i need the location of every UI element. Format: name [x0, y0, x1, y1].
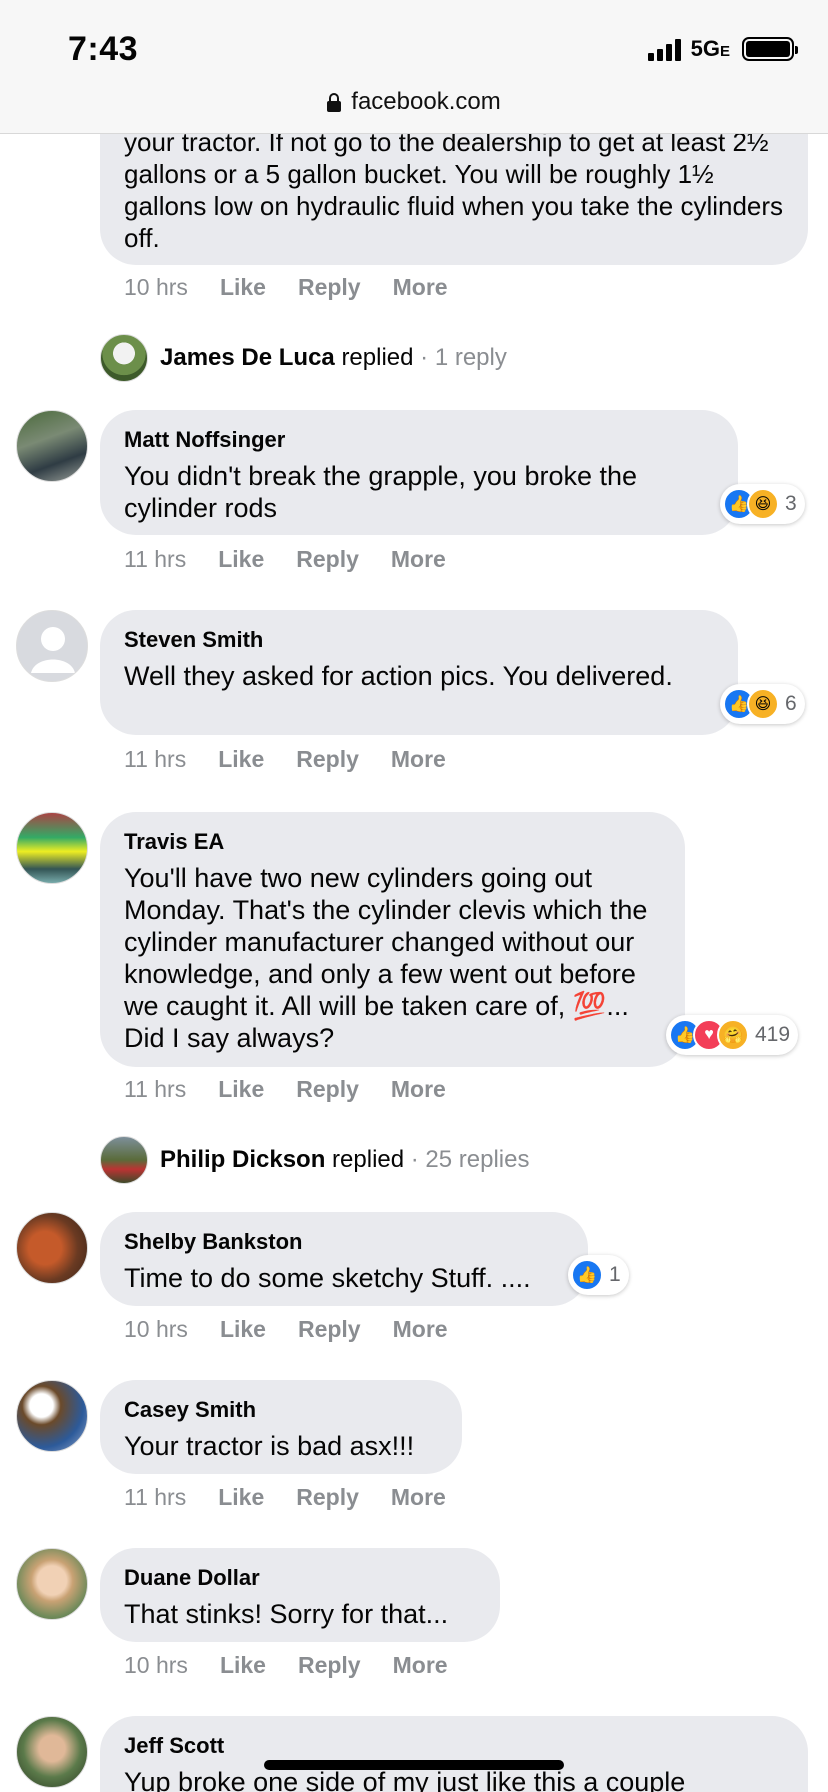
like-button[interactable]: Like: [218, 1484, 264, 1511]
comment-text: You didn't break the grapple, you broke …: [124, 461, 638, 523]
reaction-count: 419: [755, 1023, 791, 1046]
comment-text: You'll have two new cylinders going out …: [124, 863, 648, 1053]
battery-icon: [742, 37, 798, 61]
like-button[interactable]: Like: [220, 1316, 266, 1343]
haha-reaction-icon: 😆: [747, 688, 779, 720]
like-button[interactable]: Like: [218, 746, 264, 773]
comment-actions: 10 hrs Like Reply More: [124, 1652, 448, 1679]
reaction-summary[interactable]: 👍 ♥ 🤗 419: [666, 1015, 799, 1055]
reaction-summary[interactable]: 👍 😆 6: [720, 684, 805, 724]
comment-text: Well they asked for action pics. You del…: [124, 661, 673, 691]
comment-actions: 11 hrs Like Reply More: [124, 546, 446, 573]
commenter-name[interactable]: Duane Dollar: [124, 1564, 476, 1592]
commenter-name[interactable]: Casey Smith: [124, 1396, 438, 1424]
like-button[interactable]: Like: [220, 1652, 266, 1679]
comment-text: That stinks! Sorry for that...: [124, 1599, 449, 1629]
more-button[interactable]: More: [391, 1484, 446, 1511]
like-reaction-icon: 👍: [571, 1259, 603, 1291]
comment-text: Time to do some sketchy Stuff. ....: [124, 1263, 531, 1293]
avatar[interactable]: [16, 1716, 88, 1788]
reaction-summary[interactable]: 👍 1: [568, 1255, 629, 1295]
reply-button[interactable]: Reply: [298, 1652, 361, 1679]
avatar: [100, 1136, 148, 1184]
comment-bubble: Casey Smith Your tractor is bad asx!!!: [100, 1380, 462, 1474]
browser-top-bar: 7:43 5GE facebook.com: [0, 0, 828, 134]
comment-time: 10 hrs: [124, 1316, 188, 1342]
reply-button[interactable]: Reply: [296, 746, 359, 773]
url-text: facebook.com: [351, 88, 501, 115]
commenter-name[interactable]: Shelby Bankston: [124, 1228, 564, 1256]
avatar[interactable]: [16, 1212, 88, 1284]
comment-text: your tractor. If not go to the dealershi…: [124, 127, 784, 253]
comment-time: 11 hrs: [124, 1076, 187, 1102]
more-button[interactable]: More: [391, 746, 446, 773]
avatar[interactable]: [16, 410, 88, 482]
comment-actions: 10 hrs Like Reply More: [124, 1316, 448, 1343]
comment-text: Your tractor is bad asx!!!: [124, 1431, 415, 1461]
comment-bubble: Steven Smith Well they asked for action …: [100, 610, 738, 735]
reaction-summary[interactable]: 👍 😆 3: [720, 484, 805, 524]
lock-icon: [327, 93, 342, 112]
status-icons: 5GE: [647, 36, 798, 62]
status-time: 7:43: [68, 30, 139, 68]
comment-actions: 10 hrs Like Reply More: [124, 274, 448, 301]
more-button[interactable]: More: [391, 546, 446, 573]
avatar[interactable]: [16, 812, 88, 884]
comment-time: 11 hrs: [124, 746, 187, 772]
avatar: [100, 334, 148, 382]
care-reaction-icon: 🤗: [717, 1019, 749, 1051]
avatar[interactable]: [16, 1548, 88, 1620]
commenter-name[interactable]: Travis EA: [124, 828, 661, 856]
comment-actions: 11 hrs Like Reply More: [124, 746, 446, 773]
reply-button[interactable]: Reply: [296, 1076, 359, 1103]
comment-bubble: Travis EA You'll have two new cylinders …: [100, 812, 685, 1067]
replies-link[interactable]: Philip Dickson replied · 25 replies: [100, 1136, 530, 1184]
commenter-name[interactable]: Steven Smith: [124, 626, 714, 654]
reply-button[interactable]: Reply: [296, 546, 359, 573]
comment-bubble: Jeff Scott Yup broke one side of my just…: [100, 1716, 808, 1792]
reply-button[interactable]: Reply: [298, 1316, 361, 1343]
comment-time: 10 hrs: [124, 1652, 188, 1678]
home-indicator[interactable]: [264, 1760, 564, 1770]
like-button[interactable]: Like: [220, 274, 266, 301]
more-button[interactable]: More: [391, 1076, 446, 1103]
default-user-icon: [31, 627, 75, 673]
comment-time: 10 hrs: [124, 274, 188, 300]
replies-link[interactable]: James De Luca replied · 1 reply: [100, 334, 507, 382]
comment-bubble: Matt Noffsinger You didn't break the gra…: [100, 410, 738, 535]
haha-reaction-icon: 😆: [747, 488, 779, 520]
like-button[interactable]: Like: [218, 546, 264, 573]
comment-bubble: Duane Dollar That stinks! Sorry for that…: [100, 1548, 500, 1642]
more-button[interactable]: More: [393, 274, 448, 301]
avatar[interactable]: [16, 610, 88, 682]
comment-time: 11 hrs: [124, 546, 187, 572]
network-label: 5GE: [690, 36, 730, 61]
address-bar[interactable]: facebook.com: [0, 88, 828, 116]
comment-time: 11 hrs: [124, 1484, 187, 1510]
signal-icon: [647, 37, 681, 61]
reaction-count: 3: [785, 492, 797, 515]
reaction-count: 1: [609, 1263, 621, 1286]
more-button[interactable]: More: [393, 1316, 448, 1343]
like-button[interactable]: Like: [218, 1076, 264, 1103]
commenter-name[interactable]: Jeff Scott: [124, 1732, 784, 1760]
reply-button[interactable]: Reply: [298, 274, 361, 301]
comment-actions: 11 hrs Like Reply More: [124, 1484, 446, 1511]
reply-button[interactable]: Reply: [296, 1484, 359, 1511]
reaction-count: 6: [785, 692, 797, 715]
comment-actions: 11 hrs Like Reply More: [124, 1076, 446, 1103]
commenter-name[interactable]: Matt Noffsinger: [124, 426, 714, 454]
more-button[interactable]: More: [393, 1652, 448, 1679]
comment-bubble: Shelby Bankston Time to do some sketchy …: [100, 1212, 588, 1306]
avatar[interactable]: [16, 1380, 88, 1452]
